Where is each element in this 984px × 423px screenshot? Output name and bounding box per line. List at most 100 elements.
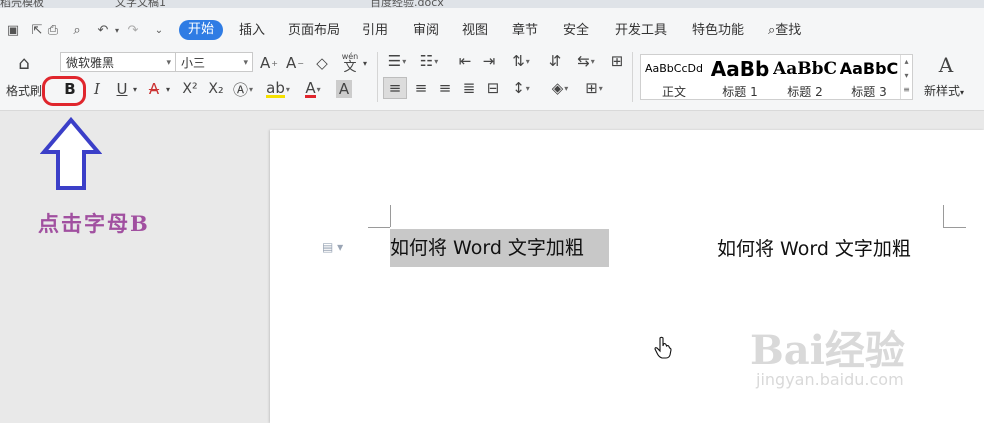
chevron-down-icon[interactable]: ▾ (130, 78, 140, 100)
chevron-down-icon: ▾ (904, 71, 909, 80)
style-sample: AaBbC (839, 59, 899, 78)
style-normal[interactable]: AaBbCcDd 正文 (641, 55, 707, 99)
new-style-icon[interactable]: A (930, 53, 962, 77)
style-heading-1[interactable]: AaBb 标题 1 (707, 55, 773, 99)
ribbon-divider (377, 52, 378, 102)
menu-bar: ▣ ⇱ ⎙ ⌕ ↶ ▾ ↷ ⌄ 开始 插入 页面布局 引用 审阅 视图 章节 安… (0, 8, 984, 44)
line-spacing-icon[interactable]: ↕ ▾ (508, 77, 534, 99)
style-heading-3[interactable]: AaBbC 标题 3 (837, 55, 901, 99)
tab-section[interactable]: 章节 (512, 24, 538, 38)
highlight-color-icon[interactable]: ab ▾ (264, 78, 292, 100)
shrink-font-icon[interactable]: A − (284, 52, 306, 74)
chevron-down-icon: ▾ (243, 58, 248, 68)
new-style-button[interactable]: 新样式▾ (924, 82, 964, 99)
style-sample: AaBb (710, 57, 770, 81)
font-name-select[interactable]: 微软雅黑 ▾ (60, 52, 176, 72)
tab-review[interactable]: 审阅 (413, 24, 439, 38)
table-icon[interactable]: ⊞ (606, 50, 628, 72)
text-effect-icon[interactable]: Ⓐ ▾ (232, 78, 254, 100)
chevron-down-icon: ▾ (960, 88, 965, 97)
redo-icon[interactable]: ↷ (124, 21, 142, 39)
chevron-down-icon[interactable]: ▾ (360, 52, 370, 74)
distributed-align-icon[interactable]: ⊟ (482, 77, 504, 99)
style-name: 标题 1 (722, 85, 758, 99)
character-shading-icon[interactable]: A (334, 78, 354, 100)
customize-toolbar-icon[interactable]: ⌄ (150, 21, 168, 39)
shading-icon[interactable]: ◈ ▾ (546, 77, 574, 99)
margin-marker-left (390, 205, 391, 227)
doc-tab-current[interactable]: 文字文稿1 (115, 0, 166, 8)
instruction-text: 点击字母B (38, 211, 150, 236)
tab-insert[interactable]: 插入 (239, 24, 265, 38)
subscript-button[interactable]: X₂ (204, 78, 228, 100)
doc-tab-templates[interactable]: 稻壳模板 (0, 0, 44, 8)
search-button[interactable]: ⌕查找 (768, 24, 801, 38)
tab-home[interactable]: 开始 (179, 20, 224, 40)
style-name: 标题 2 (787, 85, 823, 99)
print-icon[interactable]: ⎙ (44, 21, 62, 39)
save-icon[interactable]: ▣ (4, 21, 22, 39)
format-painter-label[interactable]: 格式刷 (6, 82, 42, 99)
chinese-layout-icon[interactable]: ⇅ ▾ (508, 50, 534, 72)
clear-format-icon[interactable]: ◇ (310, 52, 334, 74)
tab-references[interactable]: 引用 (362, 24, 388, 38)
style-name: 标题 3 (851, 85, 887, 99)
font-size-value: 小三 (181, 56, 206, 70)
pinyin-button[interactable]: wén 文 (338, 52, 362, 74)
paragraph-menu-icon[interactable]: ▤ ▾ (322, 240, 343, 254)
tab-page-layout[interactable]: 页面布局 (288, 24, 340, 38)
underline-button[interactable]: U (112, 78, 132, 100)
sort-icon[interactable]: ⇵ (544, 50, 566, 72)
format-painter-icon[interactable]: ⌂ (12, 52, 36, 74)
print-preview-icon[interactable]: ⌕ (68, 21, 86, 39)
chevron-down-icon[interactable]: ▾ (163, 78, 173, 100)
ribbon-divider (632, 52, 633, 102)
tab-features[interactable]: 特色功能 (692, 24, 744, 38)
font-size-select[interactable]: 小三 ▾ (175, 52, 253, 72)
superscript-button[interactable]: X² (178, 78, 202, 100)
align-right-icon[interactable]: ≡ (434, 77, 456, 99)
strikethrough-button[interactable]: A (143, 78, 165, 100)
decrease-indent-icon[interactable]: ⇤ (454, 50, 476, 72)
tab-view[interactable]: 视图 (462, 24, 488, 38)
shading-swatch: A (335, 80, 353, 98)
doc-tab-other[interactable]: 百度经验.docx (370, 0, 444, 8)
chevron-down-icon: ▾ (166, 58, 171, 68)
justify-icon[interactable]: ≣ (458, 77, 480, 99)
pinyin-bottom: 文 (343, 60, 357, 75)
show-marks-icon[interactable]: ⇆ ▾ (574, 50, 598, 72)
watermark-brand: Bai经验 (750, 327, 905, 374)
watermark-url: jingyan.baidu.com (756, 370, 904, 389)
increase-indent-icon[interactable]: ⇥ (478, 50, 500, 72)
highlight-color-swatch: ab (266, 78, 285, 98)
borders-icon[interactable]: ⊞ ▾ (580, 77, 608, 99)
search-label: 查找 (775, 23, 802, 38)
margin-marker-right (943, 205, 966, 228)
grow-font-icon[interactable]: A + (258, 52, 280, 74)
font-color-icon[interactable]: A ▾ (300, 78, 326, 100)
align-left-icon[interactable]: ≡ (383, 77, 407, 99)
tab-developer[interactable]: 开发工具 (615, 24, 667, 38)
font-color-swatch: A (305, 78, 316, 98)
margin-marker-left-h (368, 227, 390, 228)
hand-cursor-icon (654, 336, 672, 359)
font-name-value: 微软雅黑 (66, 56, 115, 70)
style-name: 正文 (661, 85, 686, 99)
title-bar: 稻壳模板 文字文稿1 百度经验.docx (0, 0, 984, 8)
bold-highlight-ring (42, 76, 86, 106)
align-center-icon[interactable]: ≡ (410, 77, 432, 99)
bullet-list-icon[interactable]: ☰ ▾ (386, 50, 408, 72)
more-icon: ≡ (903, 85, 910, 94)
up-arrow-icon (40, 117, 102, 190)
style-heading-2[interactable]: AaBbC 标题 2 (773, 55, 837, 99)
styles-scroll[interactable]: ▴ ▾ ≡ (900, 55, 912, 99)
new-style-label: 新样式 (924, 84, 961, 98)
styles-gallery: AaBbCcDd 正文 AaBb 标题 1 AaBbC 标题 2 AaBbC 标… (640, 54, 913, 100)
selected-text-line[interactable]: 如何将 Word 文字加粗 (390, 229, 609, 267)
bold-result-text-line[interactable]: 如何将 Word 文字加粗 (717, 236, 911, 262)
chevron-up-icon: ▴ (904, 57, 909, 66)
numbered-list-icon[interactable]: ☷ ▾ (418, 50, 440, 72)
tab-security[interactable]: 安全 (563, 24, 589, 38)
italic-button[interactable]: I (88, 78, 106, 100)
style-sample: AaBbCcDd (645, 62, 703, 75)
